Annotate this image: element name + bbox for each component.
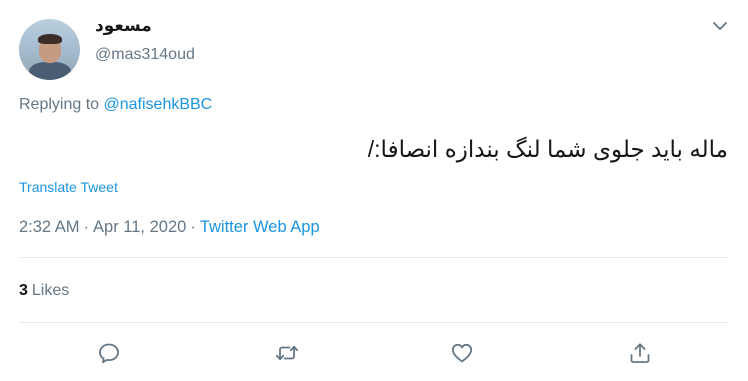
replying-to-line: Replying to @nafisehkBBC <box>19 96 212 114</box>
speech-bubble-icon[interactable] <box>96 340 122 366</box>
replying-to-label: Replying to <box>19 96 100 113</box>
heart-icon[interactable] <box>449 340 475 366</box>
avatar[interactable] <box>19 19 80 80</box>
share-icon[interactable] <box>627 340 653 366</box>
tweet-text: ماله باید جلوی شما لنگ بندازه انصافا:/ <box>367 136 728 162</box>
reply-mention-link[interactable]: @nafisehkBBC <box>104 96 213 113</box>
tweet-date[interactable]: Apr 11, 2020 <box>93 218 186 236</box>
likes-stat[interactable]: 3 Likes <box>19 282 69 300</box>
display-name[interactable]: مسعود <box>95 16 152 36</box>
tweet-source-link[interactable]: Twitter Web App <box>200 218 320 236</box>
meta-separator: · <box>83 218 90 236</box>
divider <box>19 322 729 323</box>
avatar-shirt <box>29 62 71 80</box>
user-handle[interactable]: @mas314oud <box>95 46 195 64</box>
likes-label: Likes <box>31 282 70 299</box>
tweet-time[interactable]: 2:32 AM <box>19 218 80 236</box>
tweet-metadata: 2:32 AM · Apr 11, 2020 · Twitter Web App <box>19 218 320 237</box>
retweet-icon[interactable] <box>274 340 300 366</box>
meta-separator: · <box>190 218 196 236</box>
chevron-down-icon[interactable] <box>711 19 729 33</box>
translate-tweet-link[interactable]: Translate Tweet <box>19 179 118 195</box>
likes-count: 3 <box>19 282 28 299</box>
avatar-hair <box>38 34 62 44</box>
divider <box>19 257 729 258</box>
